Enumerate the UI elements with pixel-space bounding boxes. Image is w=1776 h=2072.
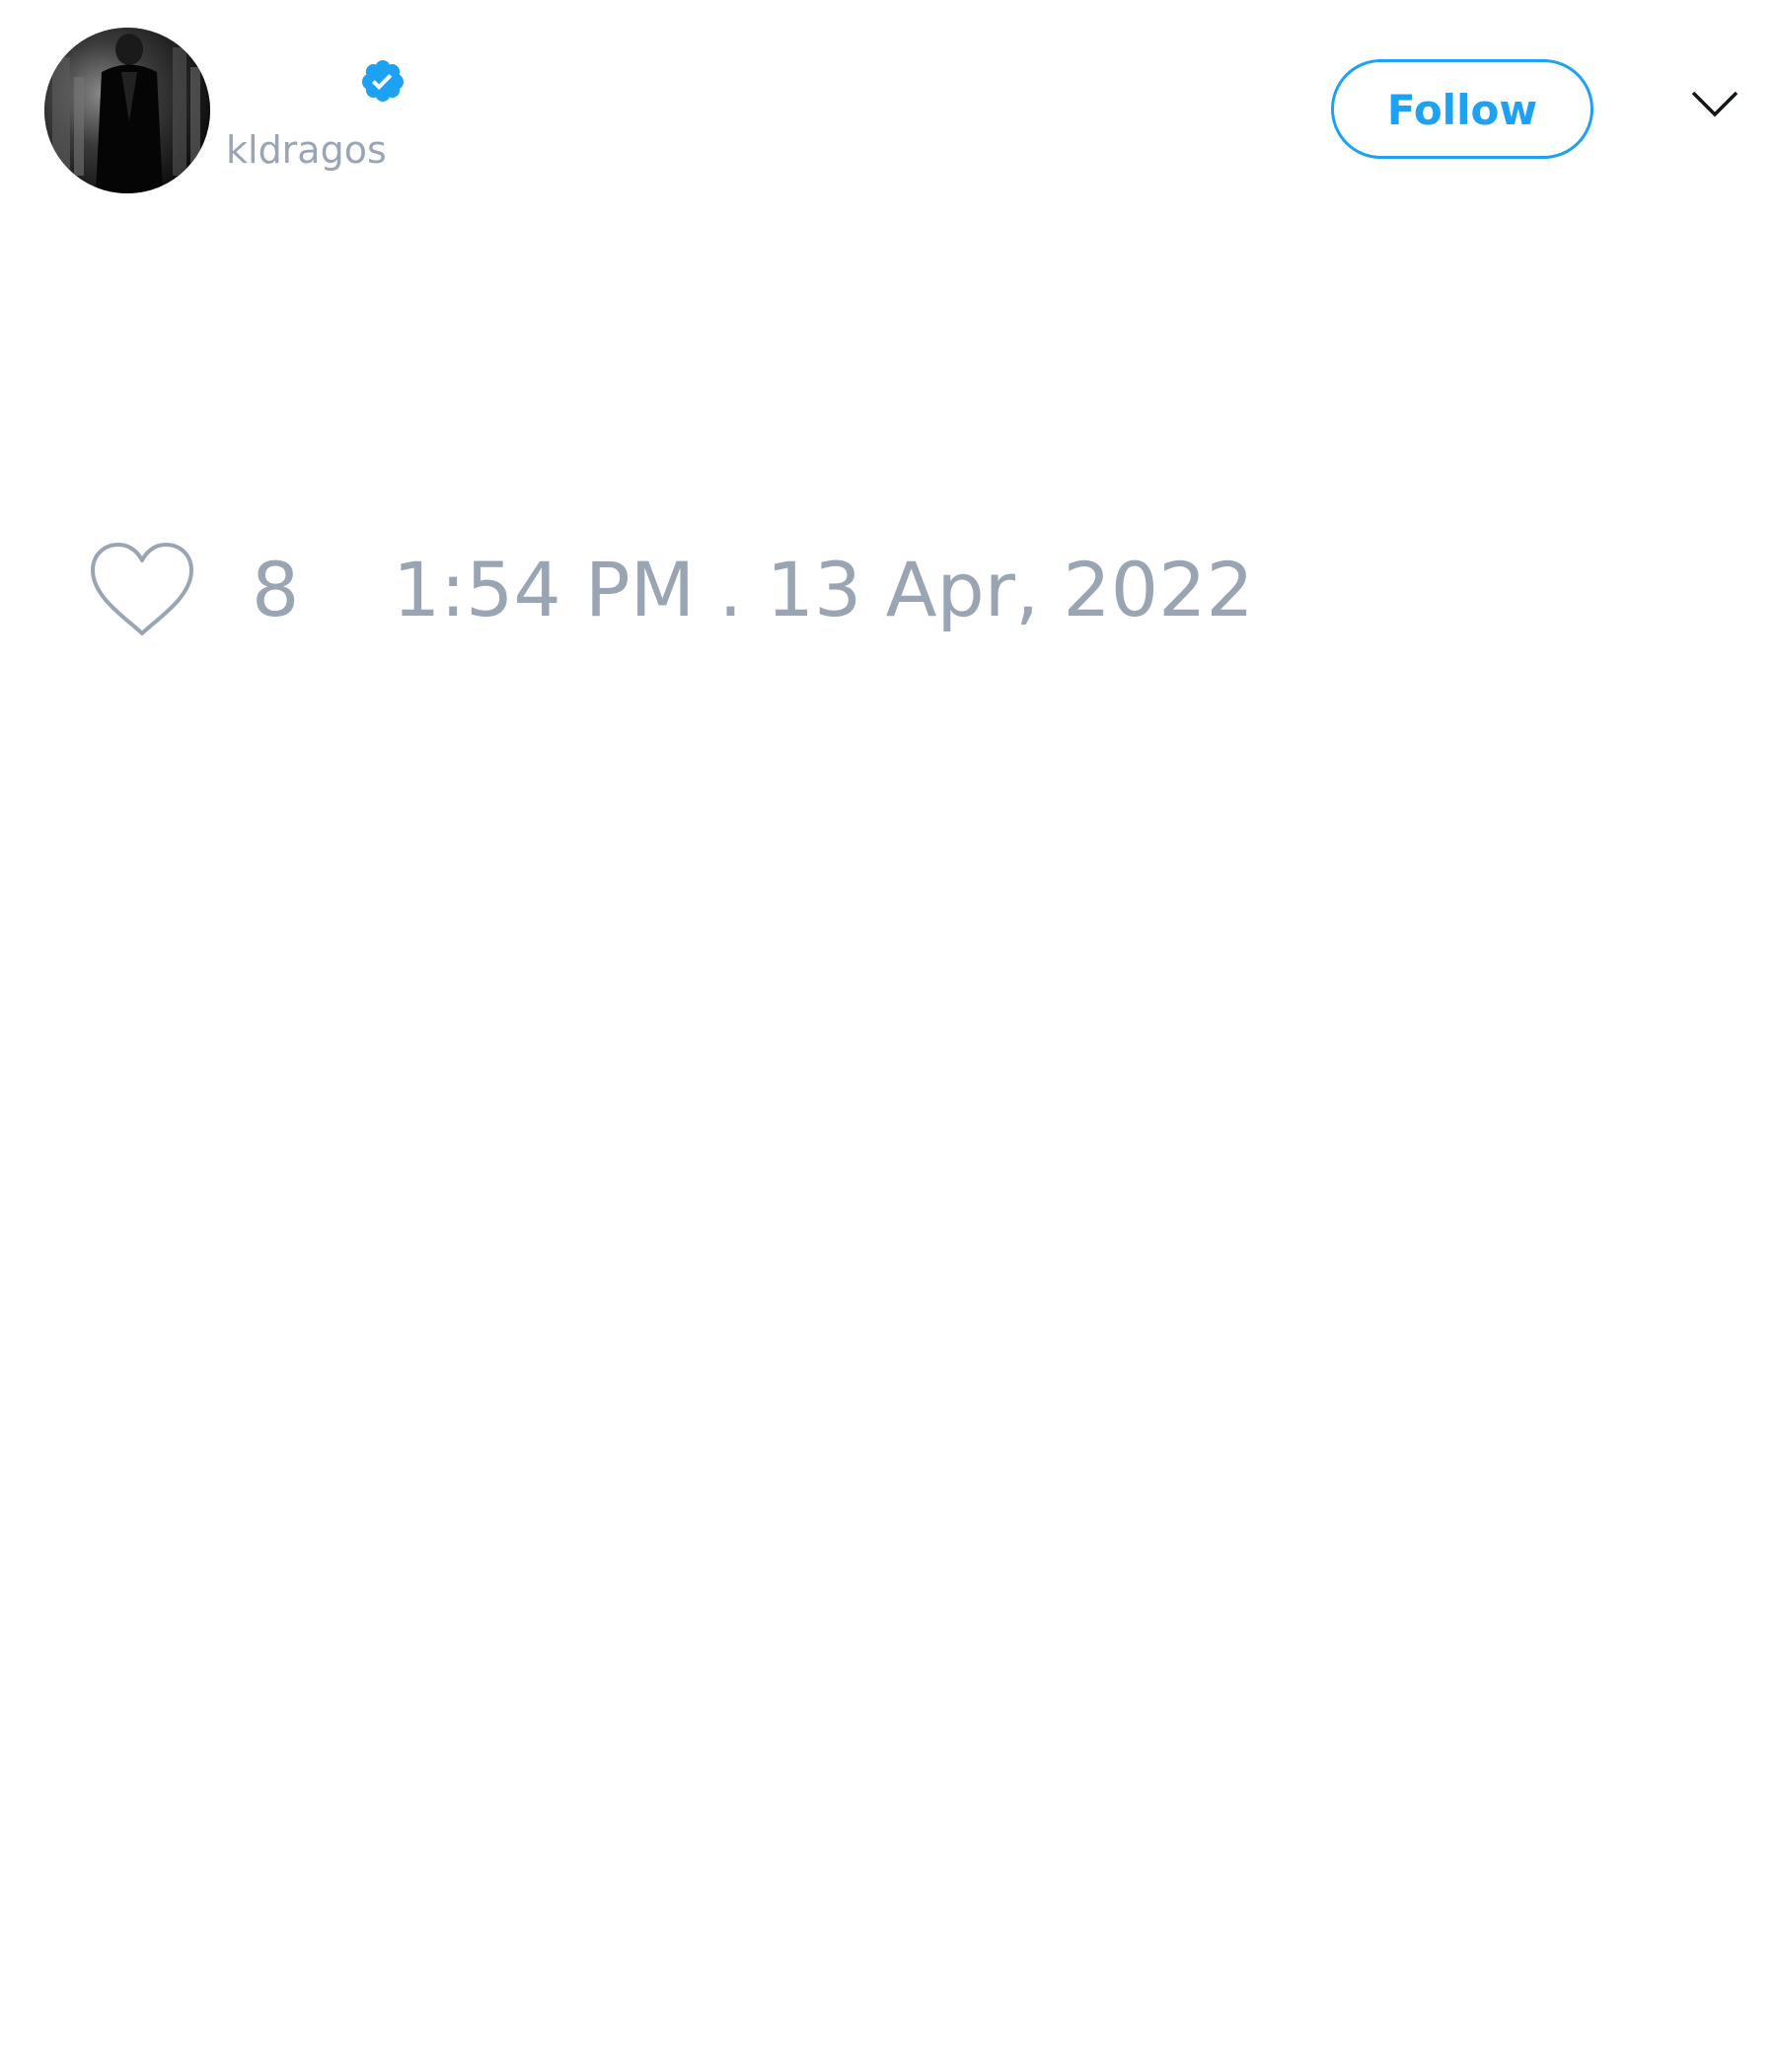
verified-badge-icon: [361, 60, 404, 102]
tweet-card: kldragos Follow 8 1:54 PM . 13 Apr, 2022: [0, 0, 1776, 2072]
follow-button[interactable]: Follow: [1331, 59, 1593, 159]
heart-icon[interactable]: [89, 541, 195, 637]
like-count[interactable]: 8: [252, 546, 299, 634]
avatar[interactable]: [44, 28, 210, 193]
chevron-down-icon[interactable]: [1690, 89, 1739, 120]
tweet-timestamp[interactable]: 1:54 PM . 13 Apr, 2022: [393, 546, 1254, 634]
author-handle[interactable]: kldragos: [226, 125, 387, 175]
